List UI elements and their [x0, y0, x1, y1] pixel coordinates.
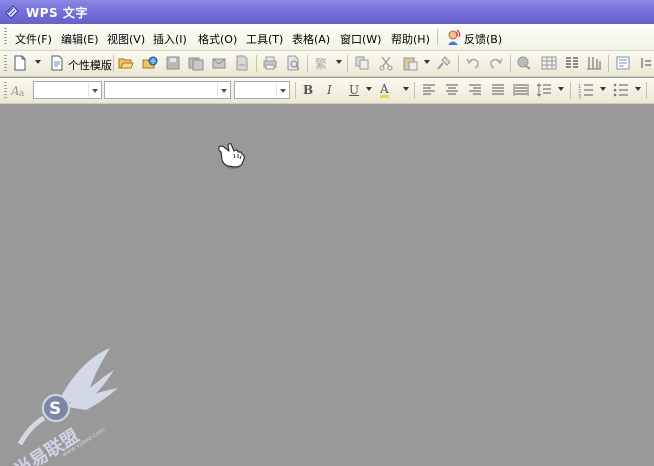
justify-icon[interactable] — [490, 82, 506, 98]
redo-icon[interactable] — [488, 55, 504, 71]
menu-edit[interactable]: 编辑(E) — [61, 31, 99, 47]
svg-text:繁: 繁 — [315, 56, 327, 71]
underline-button[interactable]: U — [349, 83, 359, 97]
align-right-icon[interactable] — [467, 82, 483, 98]
menu-window[interactable]: 窗口(W) — [340, 31, 381, 47]
hand-cursor-icon — [218, 143, 245, 169]
open-online-icon[interactable] — [142, 55, 158, 71]
toolbar-grip[interactable] — [4, 82, 7, 100]
svg-text:S: S — [49, 399, 61, 419]
style-select[interactable] — [33, 81, 102, 99]
font-size-select[interactable] — [234, 81, 290, 99]
email-icon[interactable] — [211, 55, 227, 71]
numbered-list-dropdown[interactable] — [600, 87, 606, 91]
text-box-icon[interactable] — [615, 55, 631, 71]
toolbar-separator — [646, 82, 647, 99]
align-center-icon[interactable] — [444, 82, 460, 98]
menu-table[interactable]: 表格(A) — [292, 31, 330, 47]
bullet-list-dropdown[interactable] — [635, 87, 641, 91]
underline-dropdown[interactable] — [366, 87, 372, 91]
toolbar-separator — [458, 55, 459, 72]
font-size-divider — [276, 83, 277, 97]
wps-writer-icon — [5, 5, 19, 19]
toolbar-separator — [570, 82, 571, 99]
menu-feedback[interactable]: 反馈(B) — [464, 31, 502, 47]
menu-tools[interactable]: 工具(T) — [246, 31, 283, 47]
format-painter-icon[interactable] — [436, 55, 452, 71]
menu-insert[interactable]: 插入(I) — [153, 31, 187, 47]
chevron-down-icon — [221, 89, 227, 93]
traditional-chinese-icon[interactable]: 繁 — [314, 55, 330, 71]
paste-dropdown[interactable] — [424, 60, 430, 64]
menubar-grip[interactable] — [4, 28, 7, 46]
export-pdf-icon[interactable] — [234, 55, 250, 71]
styles-icon[interactable]: A a — [11, 82, 27, 98]
italic-button[interactable]: I — [327, 83, 332, 97]
insert-table-icon[interactable] — [541, 55, 557, 71]
formatting-toolbar: A a B I U A 123 — [0, 78, 654, 104]
template-icon[interactable] — [49, 55, 65, 71]
toolbar-separator — [295, 82, 296, 99]
window-title: WPS 文字 — [26, 6, 88, 20]
line-spacing-dropdown[interactable] — [558, 87, 564, 91]
chevron-down-icon — [92, 89, 98, 93]
chevron-down-icon — [280, 89, 286, 93]
font-color-dropdown[interactable] — [403, 87, 409, 91]
template-button[interactable]: 个性模版 — [68, 57, 112, 73]
copy-icon[interactable] — [354, 55, 370, 71]
feedback-icon[interactable] — [444, 28, 462, 46]
menu-help[interactable]: 帮助(H) — [391, 31, 430, 47]
hyperlink-icon[interactable] — [516, 55, 532, 71]
traditional-chinese-dropdown[interactable] — [336, 60, 342, 64]
font-name-select[interactable] — [104, 81, 231, 99]
show-hide-marks-icon[interactable] — [586, 55, 602, 71]
font-color-button[interactable]: A — [380, 83, 389, 98]
toolbar-separator — [256, 55, 257, 72]
align-left-icon[interactable] — [421, 82, 437, 98]
toolbar-grip[interactable] — [4, 55, 7, 73]
print-icon[interactable] — [262, 55, 278, 71]
paste-icon[interactable] — [402, 55, 418, 71]
cut-icon[interactable] — [378, 55, 394, 71]
line-spacing-icon[interactable] — [536, 82, 552, 98]
distributed-align-icon[interactable] — [513, 82, 529, 98]
menu-file[interactable]: 文件(F) — [15, 31, 52, 47]
svg-text:a: a — [19, 89, 25, 98]
toolbar-separator — [608, 55, 609, 72]
numbered-list-icon[interactable]: 123 — [578, 82, 594, 98]
svg-text:3: 3 — [578, 94, 581, 98]
menu-separator — [437, 29, 438, 45]
standard-toolbar: 个性模版 繁 — [0, 51, 654, 77]
save-icon[interactable] — [165, 55, 181, 71]
menu-bar: 文件(F) 编辑(E) 视图(V) 插入(I) 格式(O) 工具(T) 表格(A… — [0, 24, 654, 51]
toolbar-separator — [414, 82, 415, 99]
menu-view[interactable]: 视图(V) — [107, 31, 145, 47]
bullet-list-icon[interactable] — [613, 82, 629, 98]
open-folder-icon[interactable] — [118, 55, 134, 71]
toolbar-separator — [113, 55, 114, 72]
site-logo-watermark: S 当易联盟 www.vyeee.com — [10, 348, 118, 466]
toolbar-separator — [347, 55, 348, 72]
font-name-divider — [217, 83, 218, 97]
new-document-dropdown[interactable] — [35, 60, 41, 64]
style-select-divider — [88, 83, 89, 97]
columns-icon[interactable] — [564, 55, 580, 71]
undo-icon[interactable] — [465, 55, 481, 71]
toolbar-separator — [510, 55, 511, 72]
new-document-icon[interactable] — [12, 55, 28, 71]
save-all-icon[interactable] — [188, 55, 204, 71]
title-bar: WPS 文字 — [0, 0, 654, 24]
bold-button[interactable]: B — [303, 83, 313, 97]
print-preview-icon[interactable] — [285, 55, 301, 71]
toolbar-separator — [307, 55, 308, 72]
menu-format[interactable]: 格式(O) — [198, 31, 237, 47]
overflow-icon[interactable] — [639, 55, 654, 71]
